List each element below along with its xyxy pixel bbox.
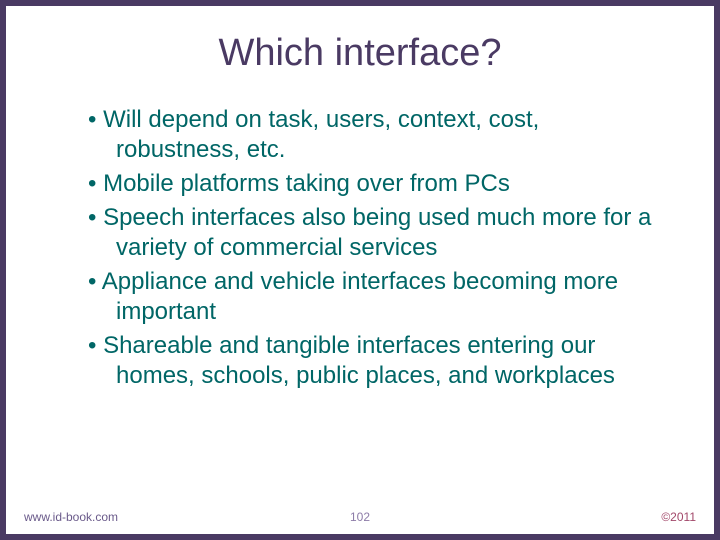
- list-item: Appliance and vehicle interfaces becomin…: [56, 267, 664, 327]
- list-item: Shareable and tangible interfaces enteri…: [56, 331, 664, 391]
- footer-page-number: 102: [350, 510, 370, 524]
- list-item: Will depend on task, users, context, cos…: [56, 105, 664, 165]
- bullet-list: Will depend on task, users, context, cos…: [56, 105, 664, 391]
- list-item: Speech interfaces also being used much m…: [56, 203, 664, 263]
- list-item: Mobile platforms taking over from PCs: [56, 169, 664, 199]
- slide-footer: www.id-book.com 102 ©2011: [12, 510, 708, 524]
- slide-body: Will depend on task, users, context, cos…: [6, 105, 714, 391]
- footer-copyright: ©2011: [661, 510, 696, 524]
- footer-url: www.id-book.com: [24, 510, 118, 524]
- slide-title: Which interface?: [6, 32, 714, 75]
- slide-frame: Which interface? Will depend on task, us…: [0, 0, 720, 540]
